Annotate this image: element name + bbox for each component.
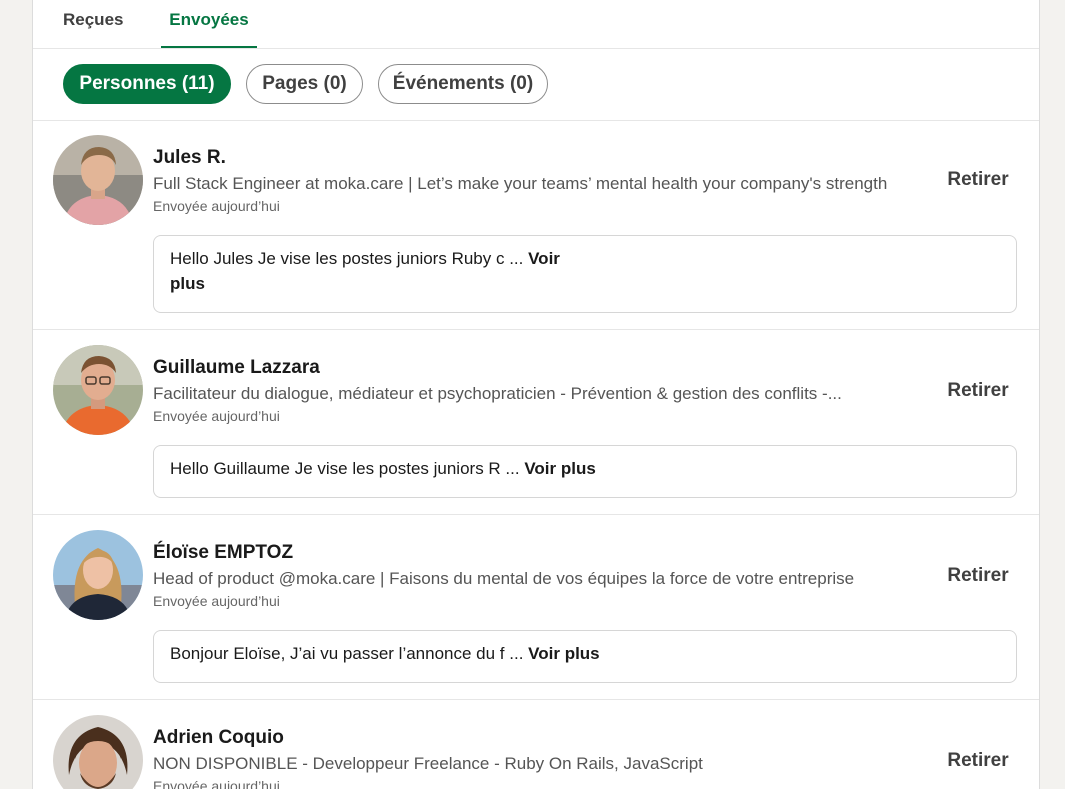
withdraw-button[interactable]: Retirer [933,169,1023,191]
invitee-name[interactable]: Jules R. [153,147,226,169]
invitee-name[interactable]: Adrien Coquio [153,727,284,749]
see-more-link-cont[interactable]: plus [170,274,205,293]
active-tab-underline [161,46,257,48]
invitee-name[interactable]: Guillaume Lazzara [153,357,320,379]
invitation-tabs: Reçues Envoyées [33,0,1039,49]
withdraw-button[interactable]: Retirer [933,565,1023,587]
invitee-headline: NON DISPONIBLE - Developpeur Freelance -… [153,754,703,773]
invitations-card: Reçues Envoyées Personnes (11) Pages (0)… [32,0,1040,789]
filter-pills: Personnes (11) Pages (0) Événements (0) [33,49,1039,121]
avatar[interactable] [53,715,143,789]
withdraw-button[interactable]: Retirer [933,380,1023,402]
filter-pages-pill[interactable]: Pages (0) [246,64,363,104]
invitation-item: Éloïse EMPTOZ Head of product @moka.care… [33,515,1039,700]
invitee-headline: Full Stack Engineer at moka.care | Let’s… [153,174,888,193]
invitee-headline: Facilitateur du dialogue, médiateur et p… [153,384,842,403]
see-more-link[interactable]: Voir plus [524,459,595,478]
message-text: Bonjour Eloïse, J’ai vu passer l’annonce… [170,644,524,663]
invitation-item: Adrien Coquio NON DISPONIBLE - Developpe… [33,700,1039,789]
sent-date: Envoyée aujourd’hui [153,408,280,424]
avatar[interactable] [53,135,143,225]
see-more-link[interactable]: Voir [528,249,560,268]
invitation-message: Hello Jules Je vise les postes juniors R… [153,235,1017,313]
filter-events-pill[interactable]: Événements (0) [378,64,548,104]
avatar[interactable] [53,530,143,620]
invitation-item: Jules R. Full Stack Engineer at moka.car… [33,120,1039,330]
sent-date: Envoyée aujourd’hui [153,593,280,609]
withdraw-button[interactable]: Retirer [933,750,1023,772]
sent-date: Envoyée aujourd’hui [153,198,280,214]
sent-date: Envoyée aujourd’hui [153,778,280,789]
invitee-name[interactable]: Éloïse EMPTOZ [153,542,293,564]
filter-people-pill[interactable]: Personnes (11) [63,64,231,104]
see-more-link[interactable]: Voir plus [528,644,599,663]
tab-received[interactable]: Reçues [63,0,123,48]
message-text: Hello Jules Je vise les postes juniors R… [170,249,524,268]
invitation-message: Bonjour Eloïse, J’ai vu passer l’annonce… [153,630,1017,683]
avatar[interactable] [53,345,143,435]
invitation-item: Guillaume Lazzara Facilitateur du dialog… [33,330,1039,515]
tab-sent[interactable]: Envoyées [161,0,257,48]
invitee-headline: Head of product @moka.care | Faisons du … [153,569,855,588]
tab-sent-label: Envoyées [169,10,249,29]
message-text: Hello Guillaume Je vise les postes junio… [170,459,520,478]
invitation-message: Hello Guillaume Je vise les postes junio… [153,445,1017,498]
